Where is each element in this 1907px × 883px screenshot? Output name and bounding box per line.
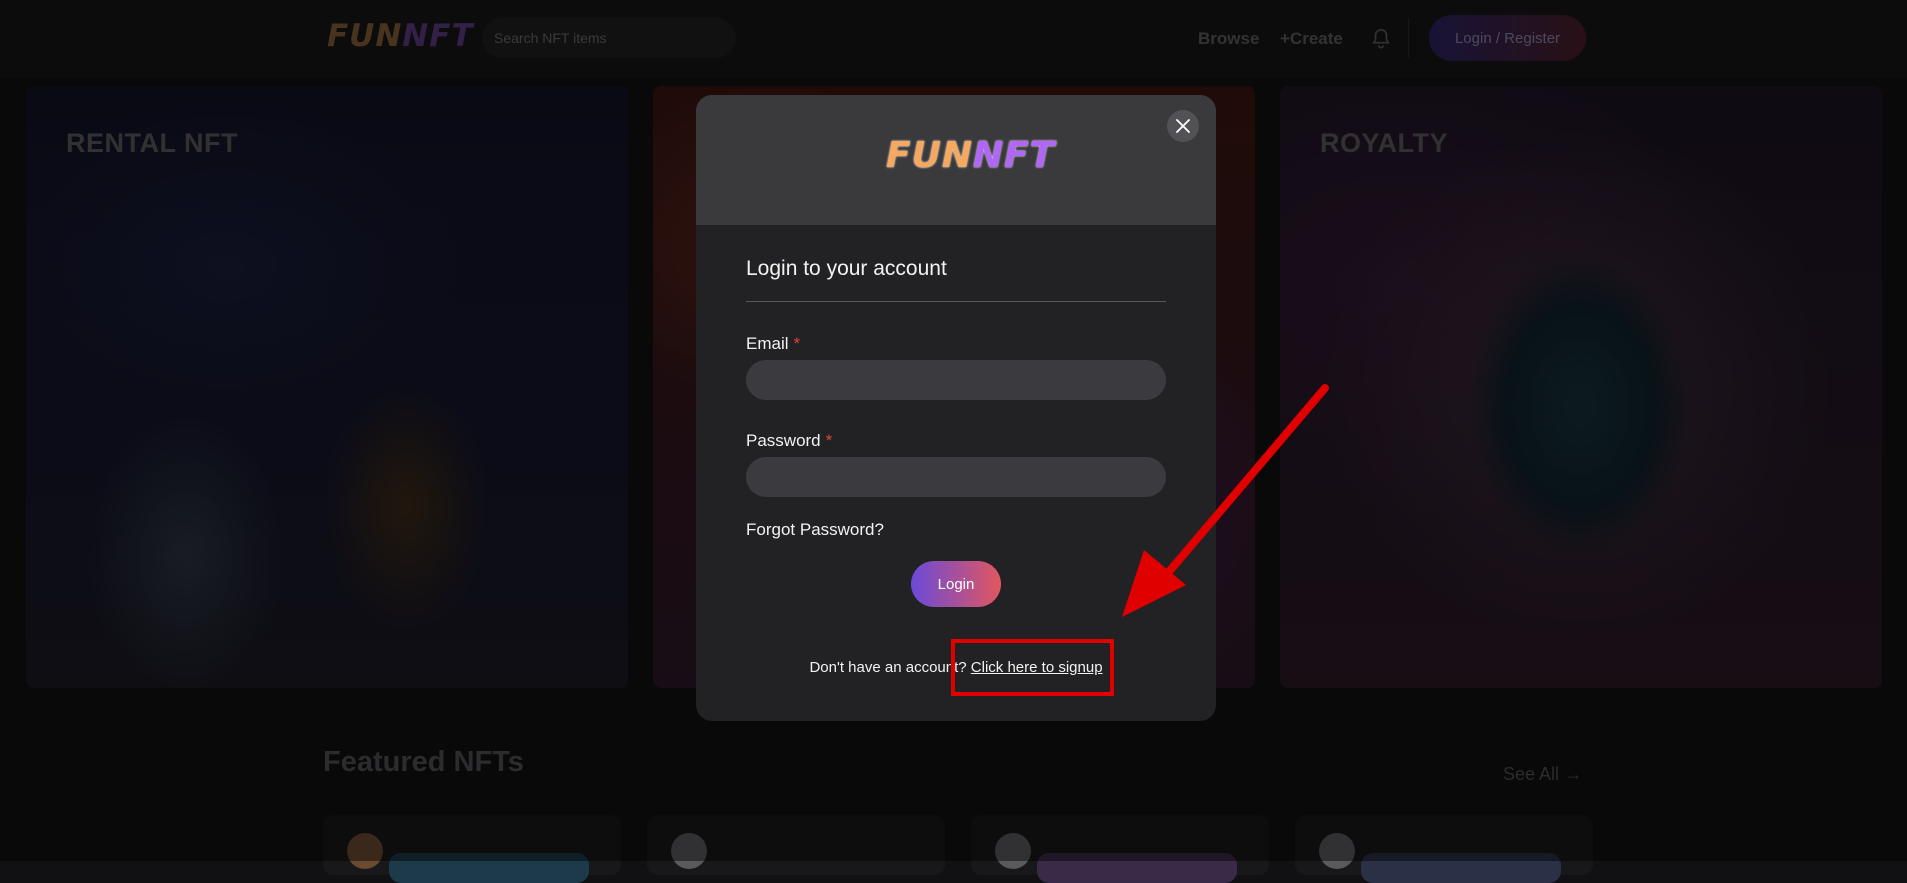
required-marker: *: [793, 334, 801, 353]
password-field[interactable]: [746, 457, 1166, 497]
annotation-highlight-box: [951, 639, 1114, 696]
email-label: Email *: [746, 334, 801, 353]
title-divider: [746, 301, 1166, 302]
modal-title: Login to your account: [746, 257, 947, 280]
forgot-password-link[interactable]: Forgot Password?: [746, 520, 884, 540]
email-field[interactable]: [746, 360, 1166, 400]
annotation-arrow: [1122, 384, 1329, 617]
modal-logo: FUNNFT: [886, 135, 1056, 176]
modal-header: FUNNFT: [696, 95, 1216, 225]
signup-prompt-text: Don't have an account?: [809, 659, 967, 676]
login-button[interactable]: Login: [911, 561, 1001, 607]
close-button[interactable]: [1167, 110, 1199, 142]
required-marker: *: [825, 431, 833, 450]
password-label: Password *: [746, 431, 833, 450]
close-icon: [1176, 119, 1190, 133]
